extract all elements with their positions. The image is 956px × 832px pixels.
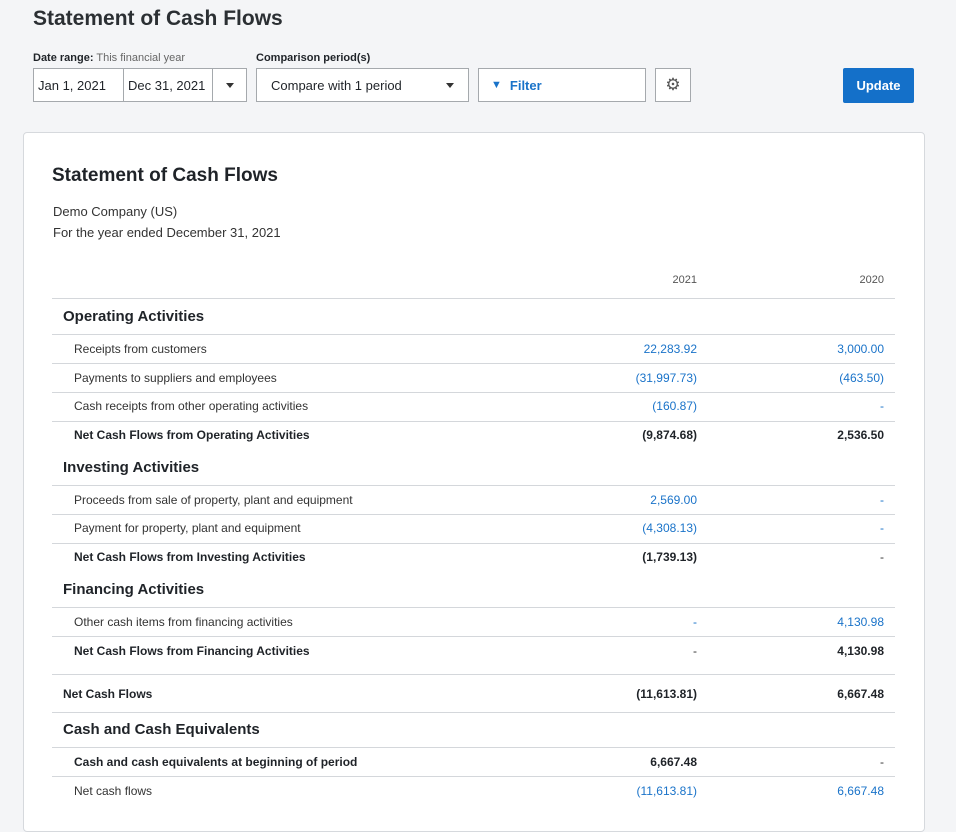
company-name: Demo Company (US) [53, 204, 178, 219]
net-cash-flows-2021: (11,613.81) [636, 687, 697, 701]
divider [52, 334, 895, 335]
value-2021[interactable]: 22,283.92 [577, 342, 697, 356]
row-label-total: Net Cash Flows from Operating Activities [74, 428, 310, 442]
value-2020[interactable]: 3,000.00 [764, 342, 884, 356]
value-2020[interactable]: - [764, 493, 884, 507]
row-label-total: Net Cash Flows from Investing Activities [74, 550, 306, 564]
divider [52, 747, 895, 748]
page-title: Statement of Cash Flows [33, 7, 283, 30]
date-range-value: This financial year [96, 52, 186, 64]
value-2020[interactable]: (463.50) [764, 371, 884, 385]
divider [52, 776, 895, 777]
chevron-down-icon [225, 82, 234, 88]
row-label[interactable]: Payment for property, plant and equipmen… [74, 521, 301, 535]
settings-button[interactable]: ⚙ [655, 68, 691, 102]
filter-label: Filter [509, 77, 542, 93]
section-operating-activities: Operating Activities [63, 308, 205, 325]
value-2021[interactable]: - [577, 615, 697, 629]
divider [52, 298, 895, 299]
comparison-label: Comparison period(s) [256, 52, 370, 64]
value-2020[interactable]: - [764, 399, 884, 413]
total-2020: - [880, 550, 884, 564]
row-label-net-cash-flows: Net Cash Flows [63, 687, 153, 701]
value-2020: - [880, 755, 884, 769]
date-range-dropdown-button[interactable] [213, 82, 246, 88]
total-2021: (9,874.68) [642, 428, 697, 442]
total-2021: - [693, 644, 697, 658]
row-label[interactable]: Net cash flows [74, 784, 152, 798]
row-label-total: Net Cash Flows from Financing Activities [74, 644, 310, 658]
filter-icon: ▼ [491, 79, 502, 91]
comparison-period-value: Compare with 1 period [271, 77, 402, 93]
report-title: Statement of Cash Flows [52, 165, 278, 186]
total-2020: 4,130.98 [837, 644, 884, 658]
value-2020[interactable]: - [764, 521, 884, 535]
value-2021[interactable]: (11,613.81) [577, 784, 698, 798]
divider [52, 514, 895, 515]
divider [52, 485, 895, 486]
divider [52, 712, 895, 713]
value-2020[interactable]: 4,130.98 [764, 615, 884, 629]
divider [52, 636, 895, 637]
divider [52, 607, 895, 608]
report-period: For the year ended December 31, 2021 [53, 225, 281, 240]
row-label[interactable]: Proceeds from sale of property, plant an… [74, 493, 353, 507]
divider [52, 674, 895, 675]
value-2020[interactable]: 6,667.48 [764, 784, 884, 798]
gear-icon: ⚙ [665, 75, 681, 94]
date-range-picker[interactable]: Jan 1, 2021 Dec 31, 2021 [33, 68, 247, 102]
comparison-caption: Comparison period(s) [256, 52, 371, 64]
start-date-input[interactable]: Jan 1, 2021 [34, 69, 124, 101]
date-range-caption: Date range: [33, 52, 94, 64]
column-header-2021: 2021 [672, 274, 697, 286]
column-header-2020: 2020 [859, 274, 884, 286]
date-range-label: Date range: This financial year [33, 52, 185, 64]
divider [52, 543, 895, 544]
end-date-input[interactable]: Dec 31, 2021 [124, 69, 213, 101]
row-label[interactable]: Receipts from customers [74, 342, 207, 356]
divider [52, 363, 895, 364]
section-investing-activities: Investing Activities [63, 459, 200, 476]
divider [52, 421, 895, 422]
value-2021[interactable]: 2,569.00 [577, 493, 697, 507]
filter-button[interactable]: ▼ Filter [478, 68, 646, 102]
value-2021[interactable]: (4,308.13) [577, 521, 697, 535]
total-2020: 2,536.50 [837, 428, 884, 442]
section-cash-equivalents: Cash and Cash Equivalents [63, 721, 260, 738]
row-label[interactable]: Payments to suppliers and employees [74, 371, 277, 385]
value-2021[interactable]: (160.87) [577, 399, 697, 413]
comparison-period-select[interactable]: Compare with 1 period [256, 68, 469, 102]
row-label[interactable]: Cash receipts from other operating activ… [74, 399, 308, 413]
value-2021[interactable]: (31,997.73) [577, 371, 697, 385]
update-button[interactable]: Update [843, 68, 914, 103]
chevron-down-icon [446, 82, 454, 88]
total-2021: (1,739.13) [642, 550, 697, 564]
divider [52, 392, 895, 393]
section-financing-activities: Financing Activities [63, 581, 205, 598]
value-2021: 6,667.48 [650, 755, 697, 769]
net-cash-flows-2020: 6,667.48 [837, 687, 884, 701]
row-label-total: Cash and cash equivalents at beginning o… [74, 755, 358, 769]
row-label[interactable]: Other cash items from financing activiti… [74, 615, 293, 629]
